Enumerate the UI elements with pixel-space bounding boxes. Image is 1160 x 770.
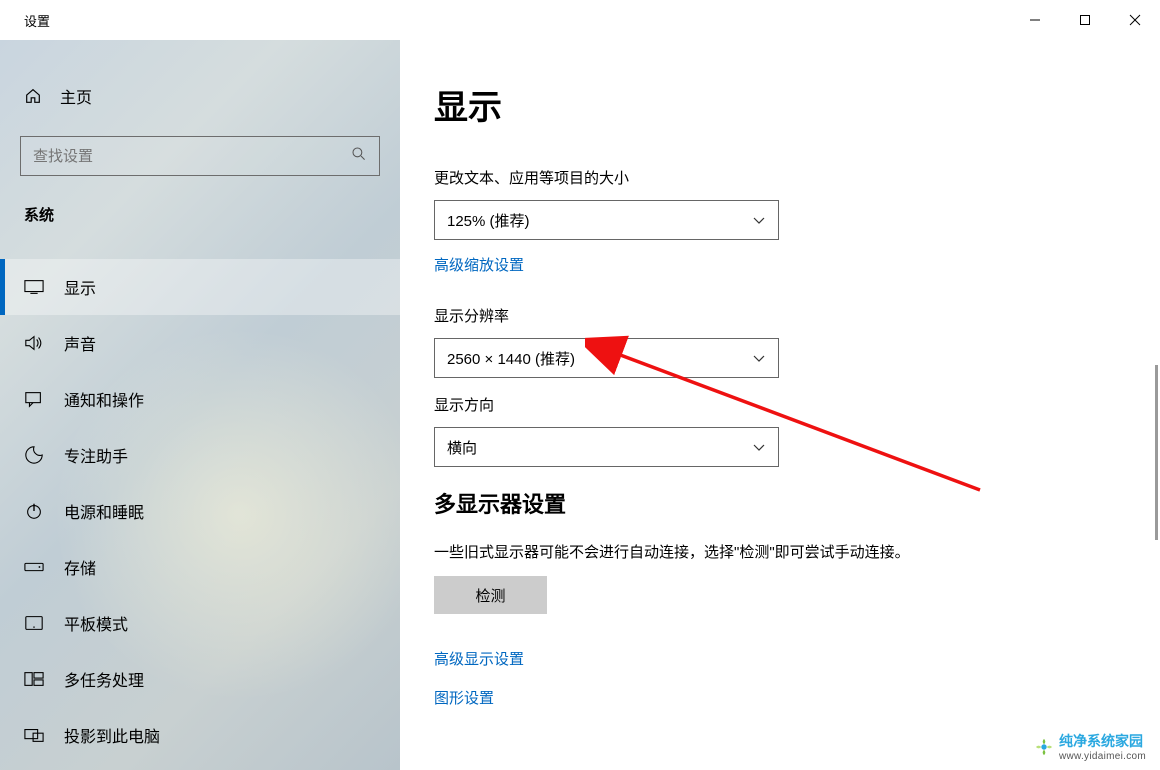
home-icon xyxy=(24,87,42,105)
nav-list: 显示 声音 通知和操作 xyxy=(0,259,400,763)
search-icon xyxy=(351,146,367,167)
detect-button-label: 检测 xyxy=(475,585,505,606)
power-icon xyxy=(24,501,44,521)
resolution-value: 2560 × 1440 (推荐) xyxy=(447,348,575,369)
scale-label: 更改文本、应用等项目的大小 xyxy=(434,167,1160,188)
orientation-label: 显示方向 xyxy=(434,394,1160,415)
window-title: 设置 xyxy=(0,11,50,30)
search-box[interactable] xyxy=(20,136,380,176)
scale-value: 125% (推荐) xyxy=(447,210,530,231)
nav-item-power[interactable]: 电源和睡眠 xyxy=(0,483,400,539)
storage-icon xyxy=(24,561,44,573)
multi-display-desc: 一些旧式显示器可能不会进行自动连接，选择"检测"即可尝试手动连接。 xyxy=(434,541,1160,562)
home-label: 主页 xyxy=(60,84,92,108)
nav-item-sound[interactable]: 声音 xyxy=(0,315,400,371)
nav-item-label: 显示 xyxy=(64,275,96,299)
nav-item-label: 多任务处理 xyxy=(64,667,144,691)
home-nav[interactable]: 主页 xyxy=(0,70,400,122)
chevron-down-icon xyxy=(752,212,766,229)
nav-item-focus-assist[interactable]: 专注助手 xyxy=(0,427,400,483)
nav-item-notifications[interactable]: 通知和操作 xyxy=(0,371,400,427)
nav-item-multitasking[interactable]: 多任务处理 xyxy=(0,651,400,707)
page-title: 显示 xyxy=(434,80,1160,129)
scale-dropdown[interactable]: 125% (推荐) xyxy=(434,200,779,240)
search-input[interactable] xyxy=(33,148,351,165)
multitask-icon xyxy=(24,671,44,687)
nav-item-label: 专注助手 xyxy=(64,443,128,467)
nav-item-label: 声音 xyxy=(64,331,96,355)
focus-icon xyxy=(24,445,44,465)
multi-display-title: 多显示器设置 xyxy=(434,487,1160,519)
orientation-dropdown[interactable]: 横向 xyxy=(434,427,779,467)
nav-item-project[interactable]: 投影到此电脑 xyxy=(0,707,400,763)
nav-item-label: 通知和操作 xyxy=(64,387,144,411)
nav-item-storage[interactable]: 存储 xyxy=(0,539,400,595)
minimize-button[interactable] xyxy=(1010,0,1060,40)
sound-icon xyxy=(24,334,44,352)
chevron-down-icon xyxy=(752,439,766,456)
close-button[interactable] xyxy=(1110,0,1160,40)
detect-button[interactable]: 检测 xyxy=(434,576,547,614)
resolution-label: 显示分辨率 xyxy=(434,305,1160,326)
content-area: 显示 更改文本、应用等项目的大小 125% (推荐) 高级缩放设置 显示分辨率 … xyxy=(400,40,1160,770)
resolution-dropdown[interactable]: 2560 × 1440 (推荐) xyxy=(434,338,779,378)
sidebar: 主页 系统 显示 xyxy=(0,40,400,770)
orientation-value: 横向 xyxy=(447,437,477,458)
tablet-icon xyxy=(24,615,44,631)
nav-item-label: 平板模式 xyxy=(64,611,128,635)
window-controls xyxy=(1010,0,1160,40)
category-header: 系统 xyxy=(0,196,400,235)
project-icon xyxy=(24,727,44,743)
nav-item-label: 存储 xyxy=(64,555,96,579)
nav-item-label: 投影到此电脑 xyxy=(64,723,160,747)
display-icon xyxy=(24,279,44,295)
notifications-icon xyxy=(24,390,44,408)
advanced-display-link[interactable]: 高级显示设置 xyxy=(434,648,524,669)
maximize-button[interactable] xyxy=(1060,0,1110,40)
nav-item-label: 电源和睡眠 xyxy=(64,499,144,523)
nav-item-display[interactable]: 显示 xyxy=(0,259,400,315)
nav-item-tablet[interactable]: 平板模式 xyxy=(0,595,400,651)
graphics-settings-link[interactable]: 图形设置 xyxy=(434,687,494,708)
titlebar: 设置 xyxy=(0,0,1160,40)
scrollbar-thumb[interactable] xyxy=(1155,365,1158,540)
chevron-down-icon xyxy=(752,350,766,367)
advanced-scaling-link[interactable]: 高级缩放设置 xyxy=(434,254,524,275)
